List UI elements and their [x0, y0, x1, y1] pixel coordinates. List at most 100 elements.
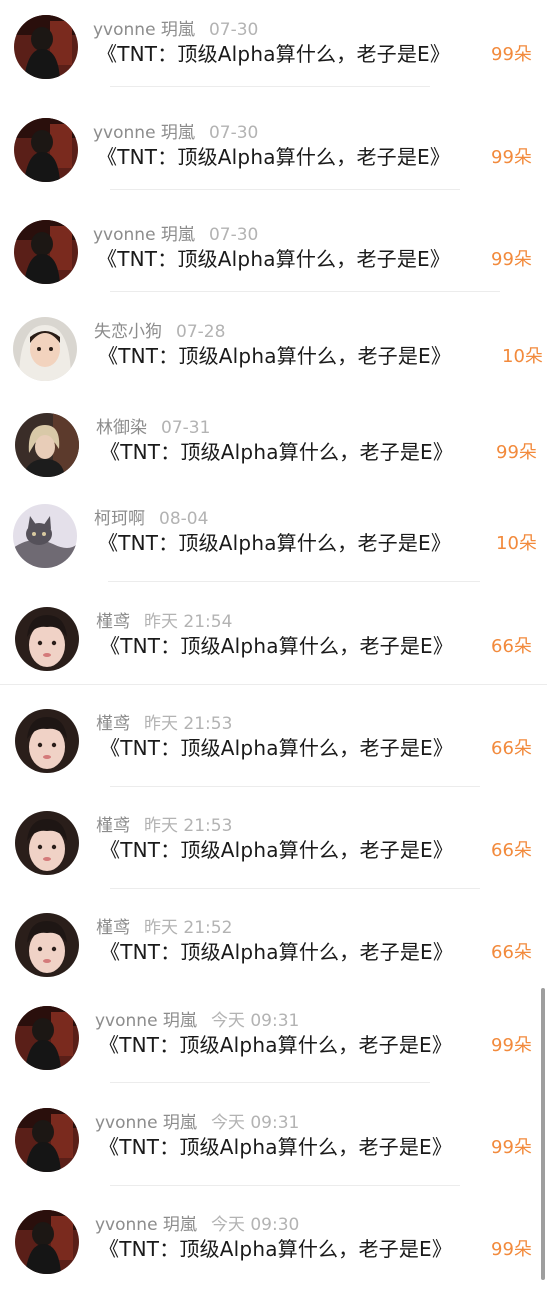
gift-count: 99朵	[491, 147, 532, 168]
list-item[interactable]: yvonne 玥嵐 07-30 《TNT：顶级Alpha算什么，老子是E》 99朵	[0, 215, 547, 317]
message-meta: 柯珂啊 08-04	[94, 508, 208, 530]
dark-figure-avatar-icon	[15, 1108, 79, 1172]
girl-face-avatar-icon	[15, 607, 79, 671]
gift-count: 99朵	[496, 442, 537, 463]
list-item[interactable]: yvonne 玥嵐 今天 09:31 《TNT：顶级Alpha算什么，老子是E》 …	[0, 1001, 547, 1103]
list-item[interactable]: 槿鸢 昨天 21:53 《TNT：顶级Alpha算什么，老子是E》 66朵	[0, 704, 547, 806]
gift-count: 99朵	[491, 249, 532, 270]
avatar[interactable]	[14, 220, 78, 284]
username[interactable]: 槿鸢	[96, 816, 130, 836]
list-item[interactable]: 柯珂啊 08-04 《TNT：顶级Alpha算什么，老子是E》 10朵	[0, 499, 547, 601]
list-item[interactable]: 失恋小狗 07-28 《TNT：顶级Alpha算什么，老子是E》 10朵	[0, 312, 547, 414]
timestamp: 07-28	[176, 322, 226, 342]
divider	[110, 86, 430, 87]
username[interactable]: yvonne 玥嵐	[95, 1215, 197, 1235]
message-text: 《TNT：顶级Alpha算什么，老子是E》	[100, 634, 454, 658]
message-meta: 槿鸢 昨天 21:52	[96, 917, 232, 939]
message-text: 《TNT：顶级Alpha算什么，老子是E》	[100, 440, 454, 464]
message-meta: 林御染 07-31	[96, 417, 210, 439]
girl-face-avatar-icon	[15, 811, 79, 875]
timestamp: 08-04	[159, 509, 209, 529]
list-item[interactable]: yvonne 玥嵐 07-30 《TNT：顶级Alpha算什么，老子是E》 99朵	[0, 10, 547, 112]
message-meta: yvonne 玥嵐 07-30	[93, 224, 258, 246]
avatar[interactable]	[15, 1108, 79, 1172]
avatar[interactable]	[15, 607, 79, 671]
username[interactable]: yvonne 玥嵐	[95, 1011, 197, 1031]
scrollbar[interactable]	[541, 988, 545, 1280]
avatar[interactable]	[15, 709, 79, 773]
divider	[110, 1082, 430, 1083]
gift-count: 66朵	[491, 738, 532, 759]
timestamp: 今天 09:31	[210, 1011, 300, 1031]
avatar[interactable]	[15, 913, 79, 977]
username[interactable]: 槿鸢	[96, 714, 130, 734]
divider	[110, 189, 460, 190]
username[interactable]: 槿鸢	[96, 918, 130, 938]
gift-count: 66朵	[491, 840, 532, 861]
username[interactable]: yvonne 玥嵐	[93, 123, 195, 143]
avatar[interactable]	[15, 1006, 79, 1070]
message-meta: yvonne 玥嵐 07-30	[93, 19, 258, 41]
dark-figure-avatar-icon	[14, 15, 78, 79]
avatar[interactable]	[14, 118, 78, 182]
avatar[interactable]	[15, 413, 79, 477]
gift-message-list: yvonne 玥嵐 07-30 《TNT：顶级Alpha算什么，老子是E》 99朵…	[0, 0, 547, 1280]
dark-figure-avatar-icon	[15, 1210, 79, 1274]
username[interactable]: 林御染	[96, 418, 147, 438]
divider	[110, 291, 500, 292]
list-item[interactable]: 槿鸢 昨天 21:52 《TNT：顶级Alpha算什么，老子是E》 66朵	[0, 908, 547, 1010]
list-item[interactable]: yvonne 玥嵐 今天 09:31 《TNT：顶级Alpha算什么，老子是E》 …	[0, 1103, 547, 1205]
message-text: 《TNT：顶级Alpha算什么，老子是E》	[98, 531, 452, 555]
username[interactable]: 失恋小狗	[94, 322, 162, 342]
username[interactable]: yvonne 玥嵐	[93, 20, 195, 40]
gift-count: 10朵	[496, 533, 537, 554]
list-item[interactable]: 槿鸢 昨天 21:54 《TNT：顶级Alpha算什么，老子是E》 66朵	[0, 602, 547, 704]
divider	[108, 581, 480, 582]
list-item[interactable]: yvonne 玥嵐 今天 09:30 《TNT：顶级Alpha算什么，老子是E》 …	[0, 1205, 547, 1307]
message-text: 《TNT：顶级Alpha算什么，老子是E》	[100, 838, 454, 862]
timestamp: 今天 09:30	[210, 1215, 300, 1235]
list-item[interactable]: yvonne 玥嵐 07-30 《TNT：顶级Alpha算什么，老子是E》 99朵	[0, 113, 547, 215]
username[interactable]: yvonne 玥嵐	[93, 225, 195, 245]
timestamp: 07-30	[208, 123, 259, 143]
divider	[0, 684, 547, 685]
timestamp: 昨天 21:52	[144, 918, 233, 938]
message-meta: yvonne 玥嵐 今天 09:30	[95, 1214, 299, 1236]
message-text: 《TNT：顶级Alpha算什么，老子是E》	[98, 344, 452, 368]
message-text: 《TNT：顶级Alpha算什么，老子是E》	[99, 1135, 453, 1159]
gift-count: 99朵	[491, 1239, 532, 1260]
avatar[interactable]	[15, 811, 79, 875]
list-item[interactable]: 林御染 07-31 《TNT：顶级Alpha算什么，老子是E》 99朵	[0, 408, 547, 510]
message-meta: 失恋小狗 07-28	[94, 321, 225, 343]
timestamp: 昨天 21:53	[144, 714, 233, 734]
gift-count: 99朵	[491, 1137, 532, 1158]
message-text: 《TNT：顶级Alpha算什么，老子是E》	[100, 940, 454, 964]
gift-count: 99朵	[491, 1035, 532, 1056]
divider	[110, 786, 480, 787]
message-text: 《TNT：顶级Alpha算什么，老子是E》	[99, 1237, 453, 1261]
username[interactable]: yvonne 玥嵐	[95, 1113, 197, 1133]
message-text: 《TNT：顶级Alpha算什么，老子是E》	[97, 145, 451, 169]
avatar[interactable]	[14, 15, 78, 79]
timestamp: 07-30	[208, 20, 259, 40]
message-meta: yvonne 玥嵐 今天 09:31	[95, 1112, 299, 1134]
list-item[interactable]: 槿鸢 昨天 21:53 《TNT：顶级Alpha算什么，老子是E》 66朵	[0, 806, 547, 908]
timestamp: 今天 09:31	[210, 1113, 300, 1133]
girl-hood-avatar-icon	[13, 317, 77, 381]
gift-count: 10朵	[502, 346, 543, 367]
avatar[interactable]	[15, 1210, 79, 1274]
dark-figure-avatar-icon	[15, 1006, 79, 1070]
avatar[interactable]	[13, 317, 77, 381]
girl-face-avatar-icon	[15, 913, 79, 977]
avatar[interactable]	[13, 504, 77, 568]
message-meta: yvonne 玥嵐 今天 09:31	[95, 1010, 299, 1032]
username[interactable]: 槿鸢	[96, 612, 130, 632]
cat-avatar-icon	[13, 504, 77, 568]
message-meta: 槿鸢 昨天 21:53	[96, 815, 232, 837]
message-text: 《TNT：顶级Alpha算什么，老子是E》	[97, 42, 451, 66]
username[interactable]: 柯珂啊	[94, 509, 145, 529]
dark-figure-avatar-icon	[14, 118, 78, 182]
timestamp: 昨天 21:53	[144, 816, 233, 836]
gift-count: 99朵	[491, 44, 532, 65]
message-meta: 槿鸢 昨天 21:53	[96, 713, 232, 735]
